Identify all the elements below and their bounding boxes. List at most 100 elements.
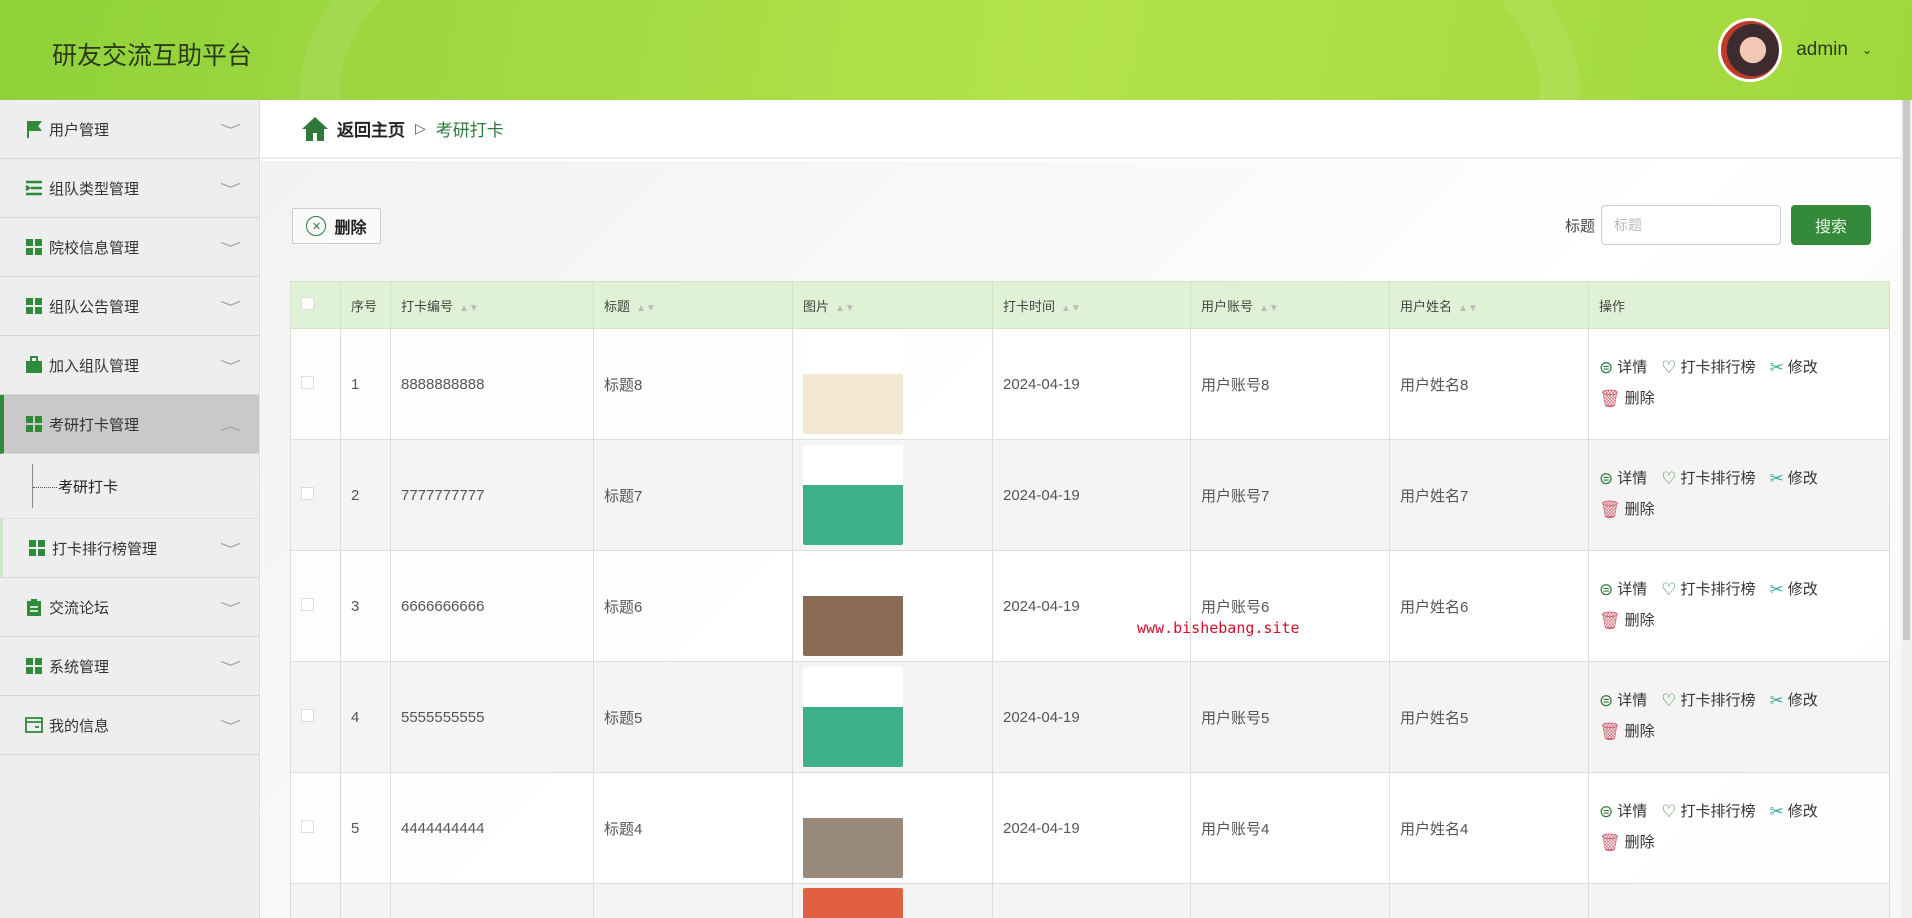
chevron-down-icon: ﹀ — [220, 182, 241, 197]
header-label: 打卡时间 — [1003, 298, 1056, 314]
sidebar-item-3[interactable]: 组队公告管理 ﹀ — [0, 277, 259, 336]
chevron-down-icon: ﹀ — [220, 241, 241, 256]
row-checkbox[interactable] — [290, 328, 341, 440]
checkin-image[interactable] — [803, 445, 903, 545]
search-detail-icon: ⊜ — [1599, 469, 1614, 488]
cell-account: 用户账号5 — [1190, 661, 1390, 773]
grid-icon — [25, 415, 43, 433]
sidebar-item-1[interactable]: 组队类型管理 ﹀ — [0, 159, 259, 218]
sidebar-item-label: 系统管理 — [49, 658, 110, 676]
sort-icon[interactable]: ▲▼ — [459, 303, 479, 314]
trash-icon: 🗑 — [1599, 722, 1621, 741]
content-area: ✕ 删除 标题 搜索 序号打卡编号▲▼标题▲▼图片▲▼打卡时间▲▼用户账号▲▼用… — [261, 161, 1901, 918]
rank-button[interactable]: ♡ 打卡排行榜 — [1661, 353, 1755, 383]
edit-button[interactable]: ✂ 修改 — [1770, 464, 1818, 494]
search-detail-icon: ⊜ — [1599, 802, 1614, 821]
delete-button[interactable]: 🗑 删除 — [1599, 606, 1655, 636]
cell-account: 用户账号4 — [1190, 772, 1390, 884]
batch-delete-button[interactable]: ✕ 删除 — [292, 208, 381, 244]
home-icon[interactable] — [301, 116, 329, 142]
edit-button[interactable]: ✂ 修改 — [1770, 797, 1818, 827]
select-all-checkbox[interactable] — [290, 281, 341, 329]
edit-label: 修改 — [1787, 470, 1818, 487]
breadcrumb-home[interactable]: 返回主页 — [337, 116, 405, 141]
sidebar-item-label: 打卡排行榜管理 — [52, 540, 158, 558]
rank-button[interactable]: ♡ 打卡排行榜 — [1661, 686, 1755, 716]
checkin-image[interactable] — [803, 778, 903, 878]
sort-icon[interactable]: ▲▼ — [1259, 303, 1279, 314]
sort-icon[interactable]: ▲▼ — [1061, 303, 1081, 314]
rank-label: 打卡排行榜 — [1680, 581, 1756, 598]
avatar[interactable] — [1718, 18, 1783, 82]
page-scrollbar[interactable] — [1901, 100, 1912, 918]
row-checkbox[interactable] — [290, 439, 341, 551]
sort-icon[interactable]: ▲▼ — [636, 303, 656, 314]
row-checkbox[interactable] — [290, 661, 341, 773]
column-header[interactable]: 标题 ▲▼ — [593, 281, 793, 329]
cell-title: 标题6 — [593, 550, 793, 662]
rank-label: 打卡排行榜 — [1680, 470, 1756, 487]
row-checkbox[interactable] — [290, 550, 341, 662]
delete-button[interactable]: 🗑 删除 — [1599, 828, 1655, 858]
heart-icon: ♡ — [1661, 802, 1677, 821]
sidebar-subitem-checkin[interactable]: 考研打卡 — [0, 454, 259, 519]
edit-label: 修改 — [1787, 692, 1818, 709]
sort-icon[interactable]: ▲▼ — [1458, 303, 1478, 314]
search-button[interactable]: 搜索 — [1791, 205, 1871, 245]
delete-button[interactable]: 🗑 删除 — [1599, 495, 1655, 525]
detail-button[interactable]: ⊜ 详情 — [1599, 353, 1647, 383]
table-row: 5 4444444444 标题4 2024-04-19 用户账号4 用户姓名4 ⊜ 详情 ♡ 打… — [290, 772, 1890, 884]
user-menu[interactable]: admin ⌄ — [1718, 18, 1872, 82]
checkin-image[interactable] — [803, 556, 903, 656]
detail-button[interactable]: ⊜ 详情 — [1599, 686, 1647, 716]
cell-title: 标题5 — [593, 661, 793, 773]
row-checkbox[interactable] — [290, 772, 341, 884]
checkin-image[interactable] — [803, 887, 903, 918]
delete-button[interactable]: 🗑 删除 — [1599, 384, 1655, 414]
detail-label: 详情 — [1617, 359, 1648, 376]
delete-button[interactable]: 🗑 删除 — [1599, 717, 1655, 747]
cell-time: 2024-04-19 — [992, 328, 1191, 440]
sidebar-item-0[interactable]: 用户管理 ﹀ — [0, 100, 259, 159]
sidebar-item-8[interactable]: 系统管理 ﹀ — [0, 637, 259, 696]
watermark: www.bishebang.site — [1137, 619, 1300, 637]
checkin-image[interactable] — [803, 667, 903, 767]
sidebar-item-4[interactable]: 加入组队管理 ﹀ — [0, 336, 259, 395]
sidebar-item-6[interactable]: 打卡排行榜管理 ﹀ — [0, 519, 259, 578]
heart-icon: ♡ — [1661, 580, 1677, 599]
rank-button[interactable]: ♡ 打卡排行榜 — [1661, 464, 1755, 494]
column-header[interactable]: 图片 ▲▼ — [792, 281, 993, 329]
checkin-image[interactable] — [803, 334, 903, 434]
edit-label: 修改 — [1787, 359, 1818, 376]
column-header[interactable]: 打卡时间 ▲▼ — [992, 281, 1191, 329]
sidebar-item-5[interactable]: 考研打卡管理 ︿ — [0, 395, 259, 454]
tools-icon: ✂ — [1769, 580, 1784, 599]
cell-title: 标题4 — [593, 772, 793, 884]
edit-button[interactable]: ✂ 修改 — [1770, 686, 1818, 716]
column-header[interactable]: 打卡编号 ▲▼ — [390, 281, 594, 329]
chevron-down-icon[interactable]: ⌄ — [1862, 43, 1872, 57]
title-search-input[interactable] — [1601, 205, 1781, 245]
detail-button[interactable]: ⊜ 详情 — [1599, 464, 1647, 494]
rank-button[interactable]: ♡ 打卡排行榜 — [1661, 575, 1755, 605]
sort-icon[interactable]: ▲▼ — [835, 303, 855, 314]
sidebar-item-2[interactable]: 院校信息管理 ﹀ — [0, 218, 259, 277]
sidebar-item-7[interactable]: 交流论坛 ﹀ — [0, 578, 259, 637]
edit-button[interactable]: ✂ 修改 — [1770, 353, 1818, 383]
rank-label: 打卡排行榜 — [1680, 359, 1756, 376]
sidebar-item-9[interactable]: 我的信息 ﹀ — [0, 696, 259, 755]
scrollbar-thumb[interactable] — [1903, 100, 1910, 640]
detail-button[interactable]: ⊜ 详情 — [1599, 797, 1647, 827]
cell-account: 用户账号6 — [1190, 550, 1390, 662]
trash-icon: 🗑 — [1599, 500, 1621, 519]
cell-idx: 3 — [340, 550, 391, 662]
rank-button[interactable]: ♡ 打卡排行榜 — [1661, 797, 1755, 827]
detail-button[interactable]: ⊜ 详情 — [1599, 575, 1647, 605]
edit-label: 修改 — [1787, 803, 1818, 820]
username[interactable]: admin — [1796, 39, 1848, 61]
column-header[interactable]: 用户姓名 ▲▼ — [1389, 281, 1589, 329]
edit-button[interactable]: ✂ 修改 — [1770, 575, 1818, 605]
column-header[interactable]: 用户账号 ▲▼ — [1190, 281, 1390, 329]
row-actions: ⊜ 详情 ♡ 打卡排行榜 ✂ 修改 🗑 删除 — [1599, 353, 1889, 415]
sidebar-item-label: 交流论坛 — [49, 599, 110, 617]
